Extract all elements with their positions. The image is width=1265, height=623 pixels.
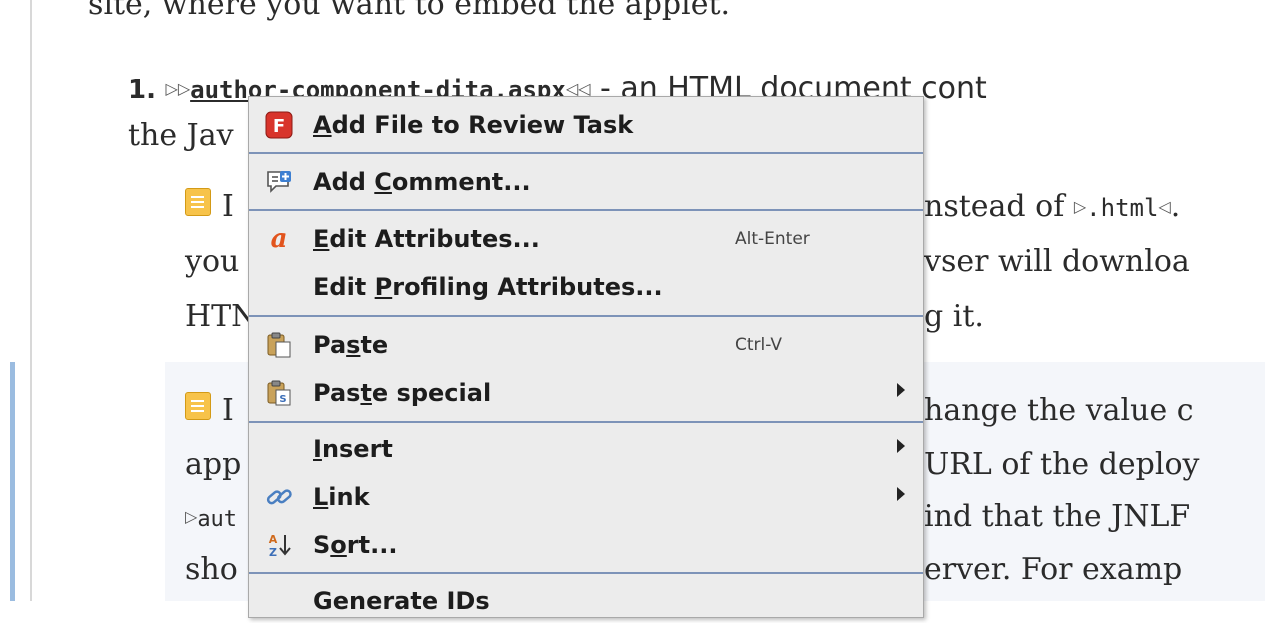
change-bar — [10, 362, 15, 601]
note1-line1: nstead of ▷.html◁. — [924, 189, 1181, 224]
list-number: 1. — [128, 75, 156, 105]
tag-start-icon: ▷▷ — [165, 79, 191, 98]
menu-separator — [249, 421, 923, 423]
menu-separator — [249, 209, 923, 211]
tag-end-icon: ◁ — [1158, 197, 1171, 216]
text-fragment: you — [185, 244, 240, 279]
menu-item-add-comment[interactable]: Add Comment... — [249, 160, 923, 204]
menu-separator — [249, 152, 923, 154]
menu-item-link[interactable]: Link — [249, 475, 923, 519]
text-fragment: erver. For examp — [924, 552, 1183, 587]
svg-text:F: F — [273, 116, 285, 137]
paste-icon — [265, 331, 293, 359]
text-fragment: vser will downloa — [924, 244, 1190, 279]
svg-text:Z: Z — [269, 546, 277, 559]
shortcut-label: Ctrl-V — [735, 335, 783, 355]
paste-special-icon: S — [265, 379, 293, 407]
add-comment-icon — [265, 168, 293, 196]
text-fragment: g it. — [924, 299, 984, 334]
text-fragment: the Jav — [128, 118, 234, 153]
text-fragment: sho — [185, 552, 238, 587]
menu-item-insert[interactable]: Insert — [249, 427, 923, 471]
tag-start-icon: ▷ — [185, 507, 198, 526]
text-fragment: ind that the JNLF — [924, 499, 1191, 534]
link-icon — [265, 483, 293, 511]
menu-separator — [249, 572, 923, 574]
menu-item-sort[interactable]: AZ Sort... — [249, 523, 923, 567]
text-fragment: I — [222, 393, 234, 428]
text-fragment: I — [222, 189, 234, 224]
submenu-arrow-icon — [897, 439, 905, 453]
menu-item-paste[interactable]: Paste Ctrl-V — [249, 323, 923, 367]
tag-start-icon: ▷ — [1073, 197, 1087, 216]
text-fragment: HTN — [185, 299, 258, 334]
menu-item-add-file-to-review-task[interactable]: F Add File to Review Task — [249, 103, 923, 147]
svg-text:a: a — [271, 225, 288, 253]
submenu-arrow-icon — [897, 383, 905, 397]
menu-item-edit-attributes[interactable]: a Edit Attributes... Alt-Enter — [249, 217, 923, 261]
svg-text:S: S — [279, 394, 286, 405]
text-fragment: hange the value c — [924, 393, 1194, 428]
note-icon — [185, 188, 211, 216]
text-fragment: URL of the deploy — [924, 447, 1200, 482]
text-fragment: ▷aut — [185, 507, 238, 532]
inline-code: .html — [1086, 194, 1159, 222]
text-line: site, where you want to embed the applet… — [88, 0, 731, 22]
context-menu: F Add File to Review Task Add Comment...… — [248, 96, 924, 618]
review-task-icon: F — [265, 111, 293, 139]
text-fragment: app — [185, 447, 242, 482]
menu-item-generate-ids[interactable]: Generate IDs — [249, 579, 923, 623]
attributes-icon: a — [265, 224, 293, 254]
menu-separator — [249, 315, 923, 317]
submenu-arrow-icon — [897, 487, 905, 501]
shortcut-label: Alt-Enter — [735, 229, 810, 249]
menu-item-paste-special[interactable]: S Paste special — [249, 371, 923, 415]
sort-icon: AZ — [265, 531, 293, 559]
note-icon — [185, 392, 211, 420]
margin-rule — [30, 0, 32, 601]
svg-text:A: A — [269, 533, 278, 546]
menu-item-edit-profiling-attributes[interactable]: Edit Profiling Attributes... — [249, 265, 923, 309]
